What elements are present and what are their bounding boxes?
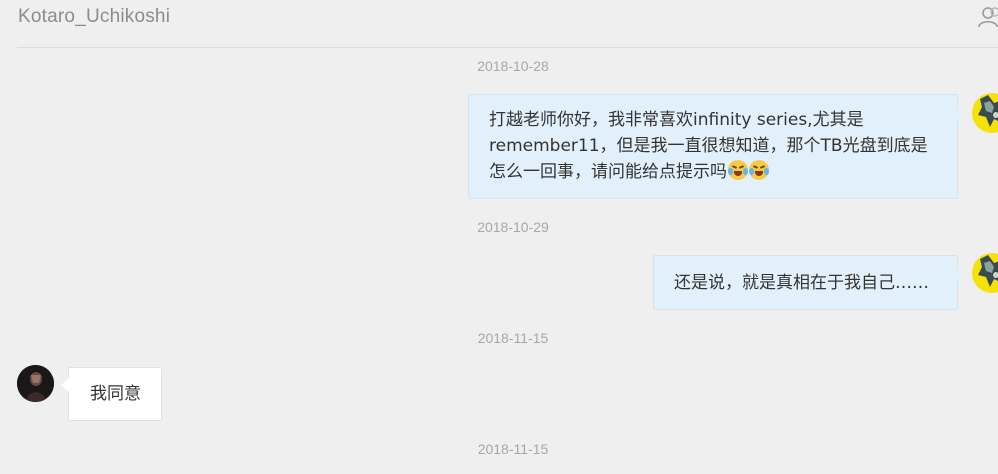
- bubble-tail: [957, 106, 965, 120]
- my-avatar[interactable]: [972, 93, 998, 133]
- message-text: 我同意: [90, 384, 141, 404]
- their-message-bubble[interactable]: 我同意: [68, 367, 162, 421]
- message-timestamp: 2018-11-15: [477, 330, 549, 346]
- message-timestamp: 2018-10-29: [477, 219, 549, 235]
- my-message-bubble[interactable]: 打越老师你好，我非常喜欢infinity series,尤其是remember1…: [468, 94, 958, 199]
- bubble-tail: [957, 266, 965, 280]
- my-avatar[interactable]: [972, 253, 998, 293]
- header-divider: [17, 47, 998, 48]
- message-timestamp: 2018-11-15: [477, 441, 549, 457]
- laugh-cry-emoji: [728, 160, 748, 180]
- user-icon[interactable]: [978, 6, 998, 28]
- message-text: 打越老师你好，我非常喜欢infinity series,尤其是remember1…: [489, 110, 928, 182]
- contact-avatar[interactable]: [17, 365, 54, 402]
- message-text: 还是说，就是真相在于我自己……: [674, 273, 929, 293]
- message-timestamp: 2018-10-28: [477, 58, 549, 74]
- contact-name: Kotaro_Uchikoshi: [18, 6, 171, 27]
- my-message-bubble[interactable]: 还是说，就是真相在于我自己……: [653, 255, 958, 310]
- bubble-tail: [61, 378, 69, 392]
- laugh-cry-emoji: [749, 160, 769, 180]
- conversation-header: Kotaro_Uchikoshi: [0, 0, 998, 48]
